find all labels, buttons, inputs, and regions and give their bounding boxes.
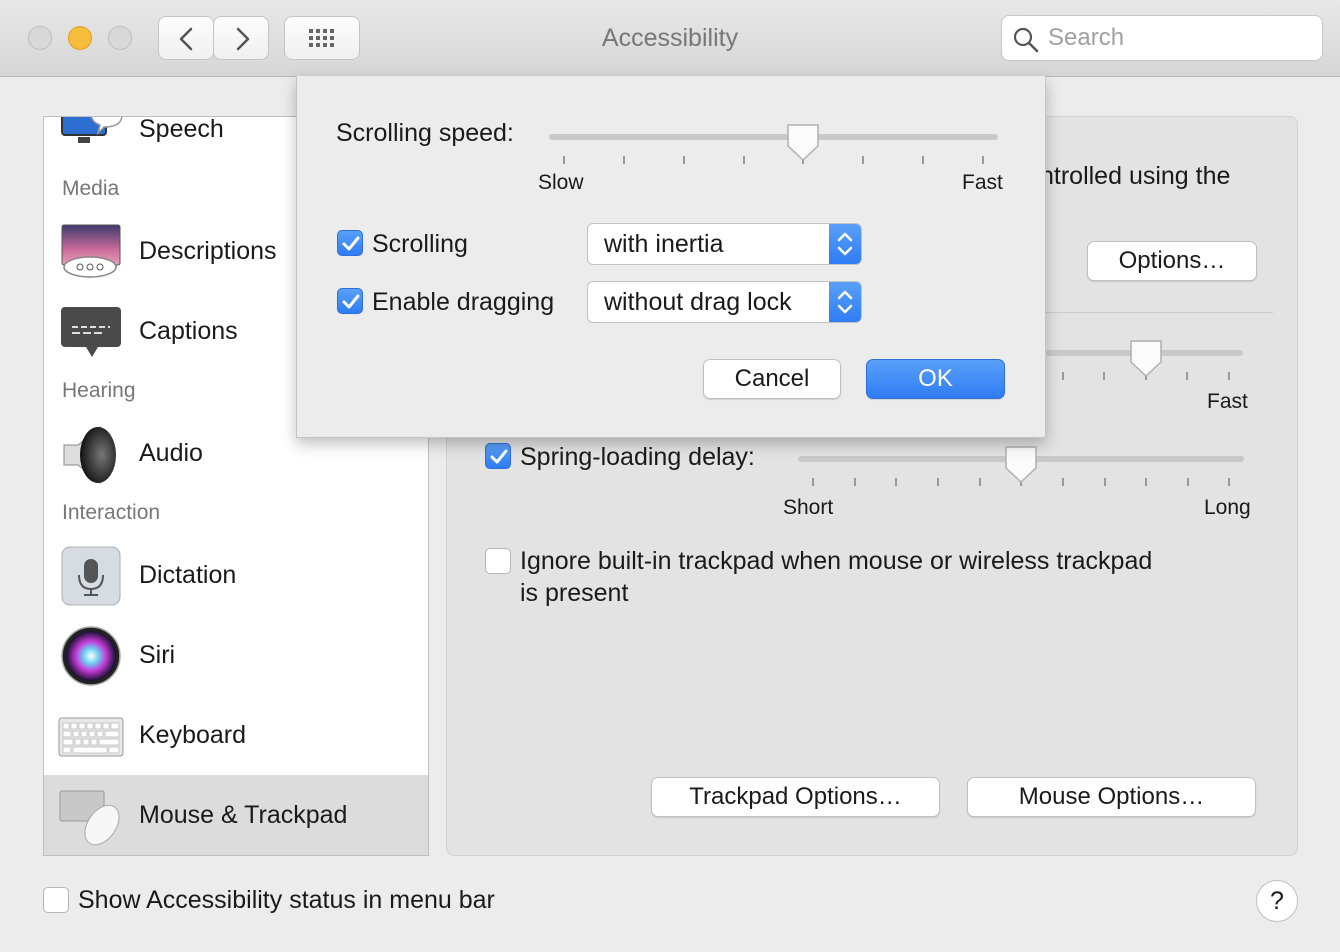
section-header-hearing: Hearing <box>62 379 136 402</box>
sidebar-item-dictation[interactable]: Dictation <box>44 541 428 611</box>
ignore-trackpad-checkbox[interactable] <box>485 548 511 574</box>
sidebar-item-siri[interactable]: Siri <box>44 621 428 691</box>
checkmark-icon <box>342 294 360 309</box>
dragging-mode-popup[interactable]: without drag lock <box>587 281 862 323</box>
speed-slider-knob[interactable] <box>1128 338 1164 380</box>
scrolling-mode-value: with inertia <box>604 230 724 258</box>
enable-dragging-checkbox[interactable] <box>337 288 363 314</box>
show-status-checkbox[interactable] <box>43 887 69 913</box>
speed-fast-label: Fast <box>962 171 1003 194</box>
sidebar-item-label: Speech <box>139 116 224 143</box>
options-button[interactable]: Options… <box>1087 241 1257 281</box>
enable-dragging-label: Enable dragging <box>372 288 555 316</box>
scrolling-label: Scrolling <box>372 230 468 258</box>
scrolling-speed-label: Scrolling speed: <box>336 119 514 147</box>
sidebar-item-label: Captions <box>139 317 238 345</box>
sidebar-item-label: Keyboard <box>139 721 247 749</box>
sidebar-item-mouse-trackpad[interactable]: Mouse & Trackpad <box>44 781 428 851</box>
popup-arrows <box>829 282 861 322</box>
chevron-up-down-icon <box>837 232 853 256</box>
mouse-trackpad-icon <box>59 790 120 846</box>
siri-icon <box>61 626 121 686</box>
sidebar-item-keyboard[interactable]: Keyboard <box>44 701 428 771</box>
speed-slow-label: Slow <box>538 171 584 194</box>
spring-loading-short-label: Short <box>783 496 834 519</box>
sidebar-item-label: Dictation <box>139 561 237 589</box>
spring-loading-checkbox[interactable] <box>485 443 511 469</box>
scrolling-speed-track[interactable] <box>549 134 998 140</box>
panel-description-text: ntrolled using the <box>1040 162 1231 190</box>
ignore-trackpad-label-line1: Ignore built-in trackpad when mouse or w… <box>520 547 1153 575</box>
show-status-label: Show Accessibility status in menu bar <box>78 886 495 914</box>
speaker-icon <box>63 425 116 485</box>
mouse-options-button[interactable]: Mouse Options… <box>967 777 1256 817</box>
popup-arrows <box>829 224 861 264</box>
sidebar-item-label: Audio <box>139 439 203 467</box>
chevron-up-down-icon <box>837 290 853 314</box>
dragging-mode-value: without drag lock <box>604 288 792 316</box>
sidebar-item-label: Siri <box>139 641 176 669</box>
checkmark-icon <box>490 449 508 464</box>
ignore-trackpad-label-line2: is present <box>520 579 629 607</box>
trackpad-options-button[interactable]: Trackpad Options… <box>651 777 940 817</box>
divider <box>1046 312 1273 313</box>
spring-loading-label: Spring-loading delay: <box>520 443 755 471</box>
scrolling-checkbox[interactable] <box>337 230 363 256</box>
speed-fast-label: Fast <box>1207 390 1248 413</box>
search-placeholder: Search <box>1048 24 1125 51</box>
spring-loading-knob[interactable] <box>1003 444 1039 486</box>
speech-icon <box>61 117 123 143</box>
keyboard-icon <box>58 717 124 757</box>
section-header-media: Media <box>62 177 120 200</box>
help-button[interactable]: ? <box>1256 880 1298 922</box>
checkmark-icon <box>342 236 360 251</box>
section-header-interaction: Interaction <box>62 501 161 524</box>
spring-loading-long-label: Long <box>1204 496 1251 519</box>
sidebar-item-label: Mouse & Trackpad <box>139 801 348 829</box>
microphone-icon <box>61 546 121 606</box>
scrolling-speed-knob[interactable] <box>785 122 821 164</box>
ok-button[interactable]: OK <box>866 359 1005 399</box>
scrolling-mode-popup[interactable]: with inertia <box>587 223 862 265</box>
cancel-button[interactable]: Cancel <box>703 359 841 399</box>
sidebar-item-label: Descriptions <box>139 237 277 265</box>
search-icon <box>1013 27 1039 53</box>
descriptions-icon <box>61 224 121 278</box>
captions-icon <box>61 307 121 357</box>
